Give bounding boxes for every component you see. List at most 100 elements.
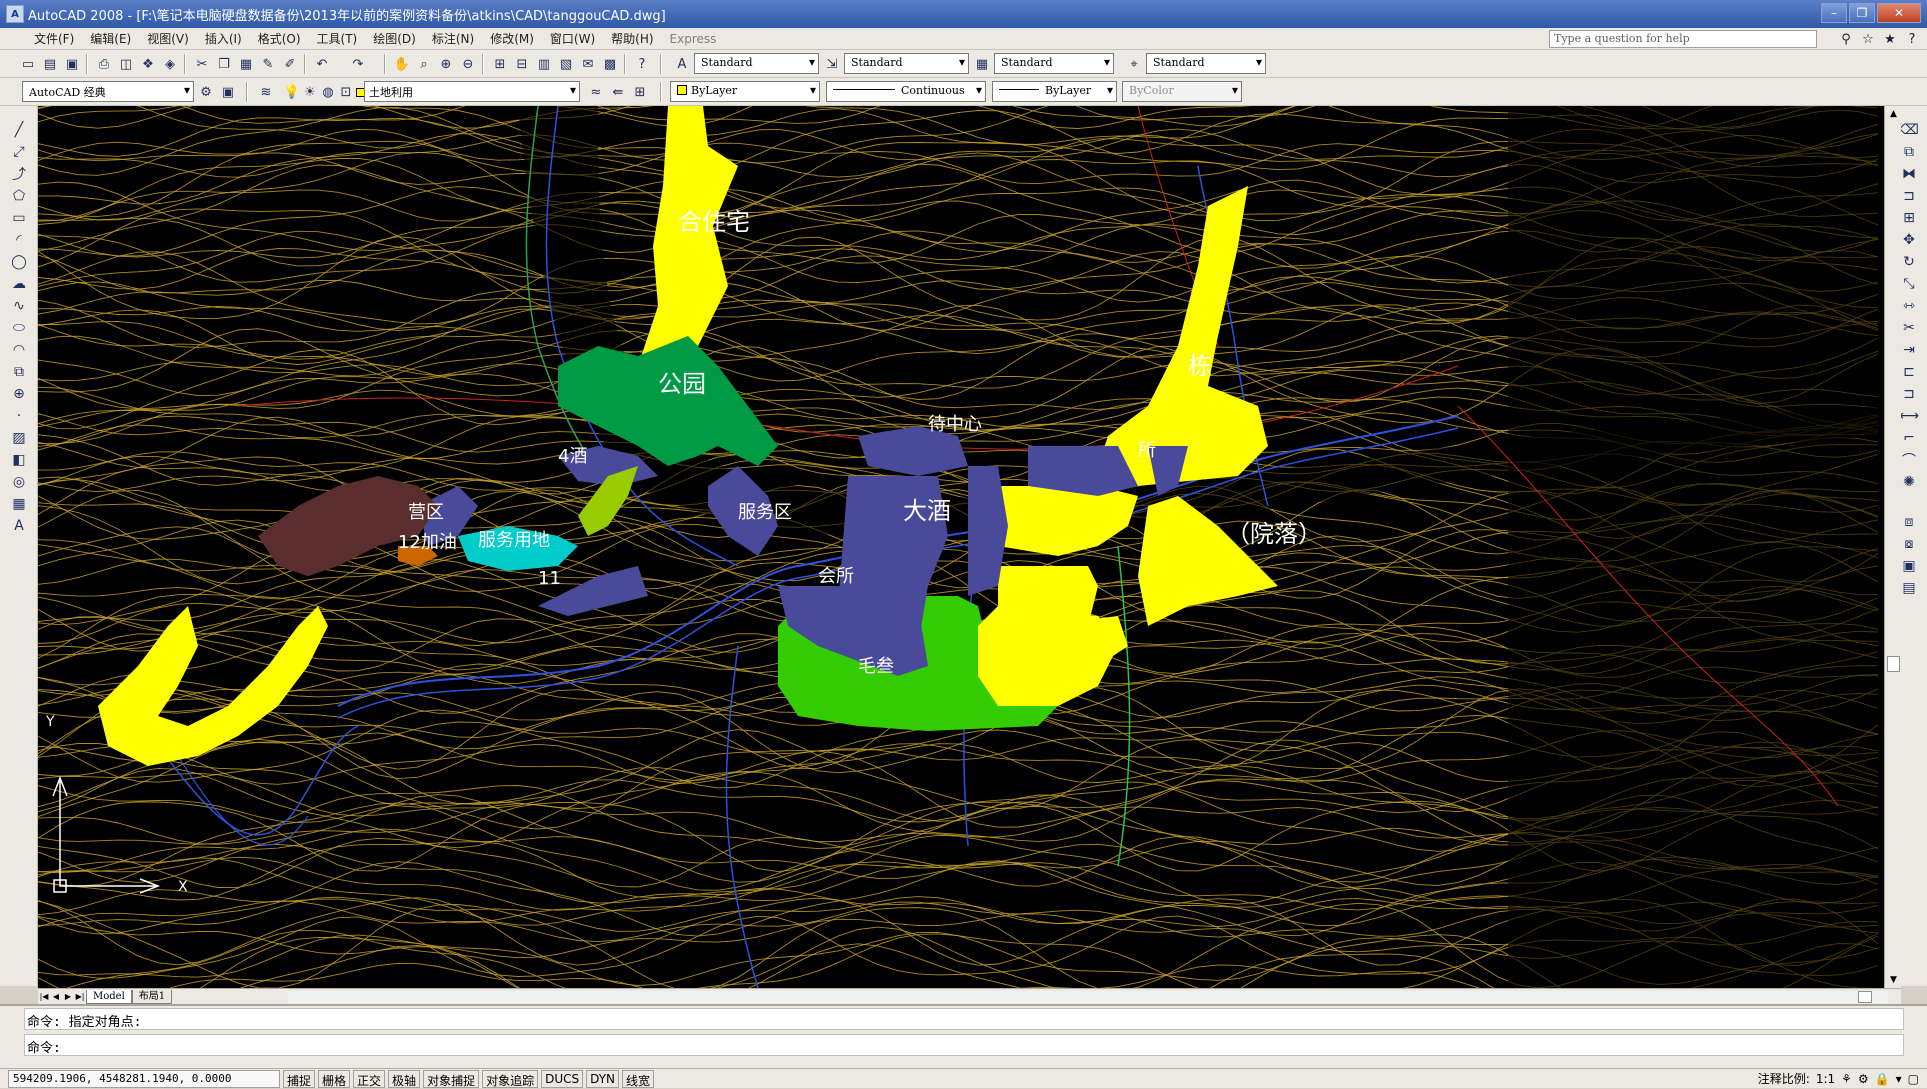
fillet-icon[interactable]: ⌒ bbox=[1899, 450, 1919, 470]
table-icon[interactable]: ▦ bbox=[9, 494, 29, 514]
block-editor-icon[interactable]: ✐ bbox=[280, 54, 300, 74]
vertical-scroll-thumb[interactable] bbox=[1887, 656, 1900, 672]
text-style-select[interactable]: Standard bbox=[694, 53, 819, 74]
publish-icon[interactable]: ❖ bbox=[138, 54, 158, 74]
help-icon[interactable]: ? bbox=[1903, 30, 1921, 48]
text-front-icon[interactable]: ▤ bbox=[1899, 578, 1919, 598]
menu-edit[interactable]: 编辑(E) bbox=[82, 30, 139, 47]
workspace-select[interactable]: AutoCAD 经典 bbox=[22, 81, 194, 102]
dyn-toggle[interactable]: DYN bbox=[586, 1069, 620, 1088]
layer-freeze-icon[interactable]: ☀ bbox=[300, 82, 320, 102]
search-icon[interactable]: ⚲ bbox=[1837, 30, 1855, 48]
rectangle-icon[interactable]: ▭ bbox=[9, 208, 29, 228]
paste-icon[interactable]: ▦ bbox=[236, 54, 256, 74]
grid-toggle[interactable]: 栅格 bbox=[318, 1069, 351, 1088]
communication-center-icon[interactable]: ☆ bbox=[1859, 30, 1877, 48]
make-layer-current-icon[interactable]: ≈ bbox=[586, 82, 606, 102]
trim-icon[interactable]: ✂ bbox=[1899, 318, 1919, 338]
sheet-set-icon[interactable]: ▧ bbox=[556, 54, 576, 74]
extend-icon[interactable]: ⇥ bbox=[1899, 340, 1919, 360]
stretch-icon[interactable]: ⇿ bbox=[1899, 296, 1919, 316]
scroll-down-icon[interactable]: ▼ bbox=[1885, 972, 1902, 988]
break-icon[interactable]: ⊐ bbox=[1899, 384, 1919, 404]
hatch-icon[interactable]: ▨ bbox=[9, 428, 29, 448]
ellipse-arc-icon[interactable]: ◠ bbox=[9, 340, 29, 360]
osnap-toggle[interactable]: 对象捕捉 bbox=[423, 1069, 480, 1088]
construction-line-icon[interactable]: ⤢ bbox=[9, 142, 29, 162]
scroll-up-icon[interactable]: ▲ bbox=[1885, 106, 1902, 122]
spline-icon[interactable]: ∿ bbox=[9, 296, 29, 316]
undo-icon[interactable]: ↶ bbox=[312, 54, 332, 74]
draw-order-icon[interactable]: ⧈ bbox=[1899, 512, 1919, 532]
coordinate-readout[interactable]: 594209.1906, 4548281.1940, 0.0000 bbox=[8, 1069, 280, 1088]
arc-icon[interactable]: ◜ bbox=[9, 230, 29, 250]
lock-icon[interactable]: 🔒 bbox=[1875, 1072, 1890, 1086]
layer-select[interactable]: 土地利用 bbox=[364, 81, 580, 102]
vertical-scrollbar[interactable]: ▲ ▼ bbox=[1884, 106, 1901, 988]
join-icon[interactable]: ⟷ bbox=[1899, 406, 1919, 426]
menu-insert[interactable]: 插入(I) bbox=[197, 30, 250, 47]
menu-view[interactable]: 视图(V) bbox=[139, 30, 197, 47]
open-icon[interactable]: ▤ bbox=[40, 54, 60, 74]
gradient-icon[interactable]: ◧ bbox=[9, 450, 29, 470]
plotstyle-select[interactable]: ByColor bbox=[1122, 81, 1242, 102]
design-center-icon[interactable]: ⊟ bbox=[512, 54, 532, 74]
help-search-input[interactable]: Type a question for help bbox=[1549, 30, 1817, 48]
table-style-icon[interactable]: ▦ bbox=[972, 54, 992, 74]
move-icon[interactable]: ✥ bbox=[1899, 230, 1919, 250]
horizontal-scrollbar[interactable] bbox=[288, 991, 1888, 1003]
chamfer-icon[interactable]: ⌐ bbox=[1899, 428, 1919, 448]
color-select[interactable]: ByLayer bbox=[670, 81, 820, 102]
tab-layout1[interactable]: 布局1 bbox=[131, 989, 173, 1004]
ortho-toggle[interactable]: 正交 bbox=[353, 1069, 386, 1088]
mleader-style-icon[interactable]: ⌖ bbox=[1124, 54, 1144, 74]
save-icon[interactable]: ▣ bbox=[62, 54, 82, 74]
copy-object-icon[interactable]: ⧉ bbox=[1899, 142, 1919, 162]
offset-icon[interactable]: ⊐ bbox=[1899, 186, 1919, 206]
clean-screen-icon[interactable]: ▢ bbox=[1908, 1072, 1919, 1086]
tab-model[interactable]: Model bbox=[86, 989, 132, 1004]
save-workspace-icon[interactable]: ▣ bbox=[218, 82, 238, 102]
layer-manager-icon[interactable]: ≋ bbox=[256, 82, 276, 102]
plot-preview-icon[interactable]: ◫ bbox=[116, 54, 136, 74]
revision-cloud-icon[interactable]: ☁ bbox=[9, 274, 29, 294]
cut-icon[interactable]: ✂ bbox=[192, 54, 212, 74]
autocad-app-icon[interactable]: A bbox=[6, 5, 24, 23]
tray-settings-icon[interactable]: ▾ bbox=[1896, 1072, 1902, 1086]
menu-file[interactable]: 文件(F) bbox=[26, 30, 82, 47]
new-icon[interactable]: ▭ bbox=[18, 54, 38, 74]
text-style-icon[interactable]: A bbox=[672, 54, 692, 74]
mirror-icon[interactable]: ⧓ bbox=[1899, 164, 1919, 184]
layer-on-icon[interactable]: 💡 bbox=[282, 82, 302, 102]
match-properties-icon[interactable]: ✎ bbox=[258, 54, 278, 74]
make-block-icon[interactable]: ⊕ bbox=[9, 384, 29, 404]
layer-walk-icon[interactable]: ⊞ bbox=[630, 82, 650, 102]
table-style-select[interactable]: Standard bbox=[994, 53, 1114, 74]
drawing-canvas[interactable]: Y X 合住宅 公园 栋 待中心 大酒 （院落） 服务区 营区 12加油 服务用… bbox=[38, 106, 1884, 988]
plot-icon[interactable]: ⎙ bbox=[94, 54, 114, 74]
annotation-scale-select[interactable]: 1:1 bbox=[1816, 1072, 1835, 1086]
restore-button[interactable]: ❐ bbox=[1849, 3, 1875, 23]
lineweight-select[interactable]: ByLayer bbox=[992, 81, 1117, 102]
3d-dwf-icon[interactable]: ◈ bbox=[160, 54, 180, 74]
markup-icon[interactable]: ✉ bbox=[578, 54, 598, 74]
send-back-icon[interactable]: ▣ bbox=[1899, 556, 1919, 576]
tool-palettes-icon[interactable]: ▥ bbox=[534, 54, 554, 74]
pan-icon[interactable]: ✋ bbox=[392, 54, 412, 74]
layer-previous-icon[interactable]: ⇚ bbox=[608, 82, 628, 102]
array-icon[interactable]: ⊞ bbox=[1899, 208, 1919, 228]
lineweight-toggle[interactable]: 线宽 bbox=[622, 1069, 655, 1088]
menu-tools[interactable]: 工具(T) bbox=[309, 30, 366, 47]
dim-style-icon[interactable]: ⇲ bbox=[822, 54, 842, 74]
point-icon[interactable]: · bbox=[9, 406, 29, 426]
linetype-select[interactable]: Continuous bbox=[826, 81, 986, 102]
otrack-toggle[interactable]: 对象追踪 bbox=[482, 1069, 539, 1088]
auto-scale-icon[interactable]: ⚙ bbox=[1858, 1072, 1869, 1086]
command-input[interactable]: 命令: bbox=[24, 1034, 1904, 1056]
line-icon[interactable]: ╱ bbox=[9, 120, 29, 140]
favorites-icon[interactable]: ★ bbox=[1881, 30, 1899, 48]
polar-toggle[interactable]: 极轴 bbox=[388, 1069, 421, 1088]
workspace-settings-icon[interactable]: ⚙ bbox=[196, 82, 216, 102]
dim-style-select[interactable]: Standard bbox=[844, 53, 969, 74]
prev-tab-icon[interactable]: ◀ bbox=[50, 992, 62, 1001]
